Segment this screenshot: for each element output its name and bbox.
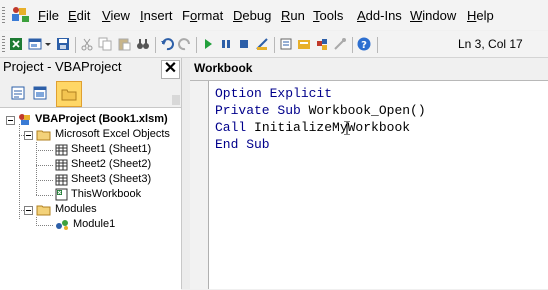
- toolbox-icon[interactable]: [333, 37, 347, 51]
- svg-text:?: ?: [361, 40, 367, 51]
- menu-help[interactable]: Help: [467, 8, 494, 23]
- collapse-excel-objects-toggle[interactable]: [24, 131, 33, 140]
- tree-item-sheet1[interactable]: Sheet1 (Sheet1): [55, 142, 151, 157]
- view-object-icon[interactable]: [31, 84, 49, 102]
- vba-project-icon: [19, 114, 30, 125]
- collapse-modules-toggle[interactable]: [24, 206, 33, 215]
- worksheet-icon: [55, 174, 68, 185]
- copy-icon[interactable]: [98, 37, 112, 51]
- open-folder-icon: [36, 205, 51, 215]
- save-icon[interactable]: [56, 37, 70, 51]
- tree-line: [36, 195, 54, 196]
- toolbar-grip[interactable]: [2, 7, 5, 23]
- menu-tools[interactable]: Tools: [313, 8, 343, 23]
- menu-add-ins[interactable]: Add-Ins: [357, 8, 402, 23]
- menu-format[interactable]: Format: [182, 8, 223, 23]
- tree-item-sheet3[interactable]: Sheet3 (Sheet3): [55, 172, 151, 187]
- toolbar-grip[interactable]: [2, 36, 5, 52]
- tree-line: [36, 225, 54, 226]
- menu-run[interactable]: Run: [281, 8, 305, 23]
- undo-icon[interactable]: [160, 37, 174, 51]
- code-line[interactable]: Call InitializeMyWorkbook: [215, 120, 410, 135]
- worksheet-icon: [55, 144, 68, 155]
- close-button[interactable]: ✕: [161, 60, 180, 79]
- project-tree: VBAProject (Book1.xlsm) Microsoft Excel …: [0, 107, 181, 290]
- collapse-project-toggle[interactable]: [6, 116, 15, 125]
- tree-item-vbaproject[interactable]: VBAProject (Book1.xlsm): [18, 112, 168, 127]
- text-cursor-icon: [344, 121, 350, 135]
- reset-icon[interactable]: [237, 37, 251, 51]
- dropdown-arrow-icon[interactable]: [44, 37, 52, 51]
- paste-icon[interactable]: [117, 37, 131, 51]
- toolbar-separator: [377, 37, 378, 53]
- tree-line: [36, 150, 54, 151]
- cut-icon[interactable]: [80, 37, 94, 51]
- panel-scrollbar[interactable]: [172, 95, 180, 105]
- tree-item-sheet2[interactable]: Sheet2 (Sheet2): [55, 157, 151, 172]
- project-panel-title: Project - VBAProject: [3, 59, 122, 74]
- workbook-icon: [55, 188, 68, 201]
- tree-item-thisworkbook[interactable]: ThisWorkbook: [55, 187, 141, 202]
- worksheet-icon: [55, 159, 68, 170]
- menu-view[interactable]: View: [102, 8, 130, 23]
- menu-edit[interactable]: Edit: [68, 8, 90, 23]
- design-mode-icon[interactable]: [255, 37, 269, 51]
- menu-bar: File Edit View Insert Format Debug Run T…: [0, 0, 548, 30]
- break-icon[interactable]: [219, 37, 233, 51]
- object-browser-icon[interactable]: [315, 37, 329, 51]
- open-folder-icon: [36, 130, 51, 140]
- properties-icon[interactable]: [297, 37, 311, 51]
- project-explorer-icon[interactable]: [279, 37, 293, 51]
- tree-item-module1[interactable]: Module1: [55, 217, 115, 232]
- object-dropdown[interactable]: Workbook: [194, 61, 252, 75]
- code-line[interactable]: Private Sub Workbook_Open(): [215, 103, 426, 118]
- tree-line: [36, 165, 54, 166]
- tree-item-excel-objects[interactable]: Microsoft Excel Objects: [36, 127, 170, 142]
- vba-app-icon[interactable]: [10, 5, 32, 25]
- toolbar-separator: [155, 37, 156, 53]
- tree-line: [19, 124, 20, 220]
- excel-icon[interactable]: [9, 37, 23, 51]
- toggle-folders-button[interactable]: [56, 81, 82, 107]
- toolbar-separator: [274, 37, 275, 53]
- view-code-icon[interactable]: [9, 84, 27, 102]
- menu-window[interactable]: Window: [410, 8, 456, 23]
- code-line[interactable]: End Sub: [215, 137, 270, 152]
- menu-debug[interactable]: Debug: [233, 8, 271, 23]
- toolbar-separator: [75, 37, 76, 53]
- cursor-position-readout: Ln 3, Col 17: [458, 37, 523, 51]
- menu-file[interactable]: File: [38, 8, 59, 23]
- tree-item-modules[interactable]: Modules: [36, 202, 97, 217]
- redo-icon[interactable]: [178, 37, 192, 51]
- help-icon[interactable]: ?: [357, 37, 371, 51]
- tree-line: [36, 180, 54, 181]
- project-panel-toolbar: [0, 81, 181, 107]
- code-margin-indicator-bar[interactable]: [190, 81, 209, 289]
- menu-insert[interactable]: Insert: [140, 8, 173, 23]
- find-icon[interactable]: [136, 37, 150, 51]
- folder-icon: [61, 89, 77, 101]
- run-icon[interactable]: [201, 37, 215, 51]
- module-icon: [56, 219, 68, 230]
- toolbar-separator: [352, 37, 353, 53]
- insert-userform-icon[interactable]: [28, 37, 42, 51]
- code-line[interactable]: Option Explicit: [215, 86, 332, 101]
- toolbar-separator: [196, 37, 197, 53]
